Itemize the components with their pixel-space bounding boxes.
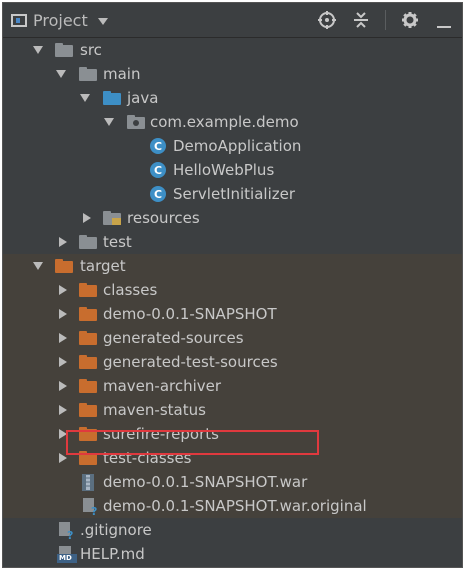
- chevron-right-icon[interactable]: [59, 357, 67, 367]
- chevron-right-icon[interactable]: [59, 405, 67, 415]
- dropdown-arrow-icon[interactable]: [97, 17, 108, 25]
- folder-icon: [79, 235, 97, 249]
- java-class-icon: C: [150, 162, 166, 178]
- node-label: target: [80, 257, 126, 275]
- locate-target-icon[interactable]: [317, 10, 337, 30]
- excluded-folder-icon: [79, 355, 97, 369]
- node-label: maven-status: [103, 401, 206, 419]
- node-label: main: [103, 65, 141, 83]
- excluded-folder-icon: [79, 283, 97, 297]
- tree-node-generated-test-sources[interactable]: generated-test-sources: [3, 350, 462, 374]
- spring-boot-class-icon: C: [150, 138, 166, 154]
- tree-node-war-file[interactable]: demo-0.0.1-SNAPSHOT.war: [3, 470, 462, 494]
- source-folder-icon: [103, 91, 121, 105]
- folder-icon: [55, 43, 73, 57]
- node-label: ServletInitializer: [173, 185, 296, 203]
- collapse-all-icon[interactable]: [351, 10, 371, 30]
- tree-node-servlet-initializer[interactable]: C ServletInitializer: [3, 182, 462, 206]
- panel-title: Project: [33, 10, 88, 30]
- chevron-right-icon[interactable]: [59, 237, 67, 247]
- node-label: java: [127, 89, 159, 107]
- node-label: demo-0.0.1-SNAPSHOT.war.original: [103, 497, 367, 515]
- node-label: maven-archiver: [103, 377, 222, 395]
- node-label: demo-0.0.1-SNAPSHOT.war: [103, 473, 308, 491]
- node-label: demo-0.0.1-SNAPSHOT: [103, 305, 277, 323]
- node-label: generated-sources: [103, 329, 244, 347]
- chevron-down-icon[interactable]: [104, 118, 114, 126]
- excluded-folder-icon: [79, 403, 97, 417]
- node-label: classes: [103, 281, 158, 299]
- project-icon: [11, 13, 27, 27]
- tree-node-demo-snapshot-dir[interactable]: demo-0.0.1-SNAPSHOT: [3, 302, 462, 326]
- excluded-folder-icon: [79, 379, 97, 393]
- chevron-down-icon[interactable]: [80, 94, 90, 102]
- tree-node-maven-status[interactable]: maven-status: [3, 398, 462, 422]
- chevron-down-icon[interactable]: [56, 70, 66, 78]
- resources-folder-icon: [103, 211, 121, 225]
- excluded-folder-icon: [79, 307, 97, 321]
- node-label: HelloWebPlus: [173, 161, 275, 179]
- tree-node-target[interactable]: target: [3, 254, 462, 278]
- tree-node-classes[interactable]: classes: [3, 278, 462, 302]
- node-label: resources: [127, 209, 200, 227]
- node-label: .gitignore: [80, 521, 152, 539]
- node-label: com.example.demo: [150, 113, 299, 131]
- tree-node-test[interactable]: test: [3, 230, 462, 254]
- node-label: DemoApplication: [173, 137, 302, 155]
- tree-node-resources[interactable]: resources: [3, 206, 462, 230]
- war-file-highlight-box: [66, 430, 319, 455]
- chevron-right-icon[interactable]: [59, 285, 67, 295]
- excluded-folder-icon: [55, 259, 73, 273]
- hide-icon[interactable]: [434, 10, 454, 30]
- toolbar-separator: [385, 10, 386, 30]
- project-panel: Project src main java com.example.demo C…: [2, 2, 463, 568]
- project-view-selector[interactable]: Project: [11, 3, 108, 37]
- unknown-file-icon: ?: [59, 522, 75, 543]
- chevron-right-icon[interactable]: [59, 333, 67, 343]
- node-label: test: [103, 233, 132, 251]
- tree-node-main[interactable]: main: [3, 62, 462, 86]
- chevron-down-icon[interactable]: [33, 262, 43, 270]
- unknown-file-icon: ?: [83, 498, 99, 519]
- node-label: generated-test-sources: [103, 353, 278, 371]
- java-class-icon: C: [150, 186, 166, 202]
- node-label: src: [80, 41, 102, 59]
- chevron-right-icon[interactable]: [59, 381, 67, 391]
- chevron-right-icon[interactable]: [59, 309, 67, 319]
- tree-node-gitignore[interactable]: ? .gitignore: [3, 518, 462, 542]
- package-icon: [127, 115, 145, 129]
- project-header: Project: [3, 3, 462, 38]
- tree-node-demo-application[interactable]: C DemoApplication: [3, 134, 462, 158]
- tree-node-generated-sources[interactable]: generated-sources: [3, 326, 462, 350]
- archive-icon: [81, 474, 95, 495]
- tree-node-java[interactable]: java: [3, 86, 462, 110]
- tree-node-hello-web-plus[interactable]: C HelloWebPlus: [3, 158, 462, 182]
- markdown-file-icon: MD: [57, 546, 77, 567]
- svg-text:?: ?: [67, 529, 73, 539]
- gear-icon[interactable]: [400, 10, 420, 30]
- tree-node-package[interactable]: com.example.demo: [3, 110, 462, 134]
- chevron-down-icon[interactable]: [33, 46, 43, 54]
- tree-node-help-md[interactable]: MD HELP.md: [3, 542, 462, 566]
- svg-text:?: ?: [91, 505, 97, 515]
- markdown-badge: MD: [59, 554, 72, 562]
- excluded-folder-icon: [79, 331, 97, 345]
- chevron-right-icon[interactable]: [83, 213, 91, 223]
- tree-node-src[interactable]: src: [3, 38, 462, 62]
- folder-icon: [79, 67, 97, 81]
- tree-node-war-original[interactable]: ? demo-0.0.1-SNAPSHOT.war.original: [3, 494, 462, 518]
- node-label: HELP.md: [80, 545, 145, 563]
- tree-node-maven-archiver[interactable]: maven-archiver: [3, 374, 462, 398]
